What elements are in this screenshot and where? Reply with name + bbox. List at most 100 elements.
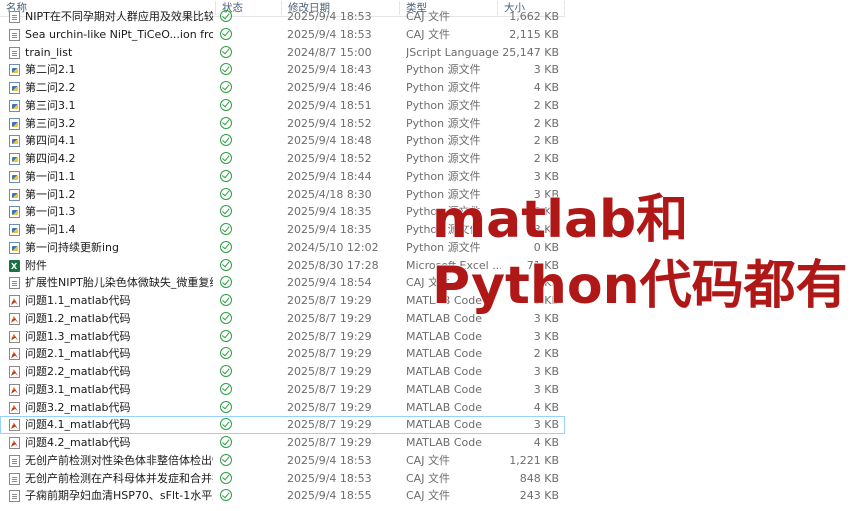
file-type: CAJ 文件 bbox=[406, 489, 450, 503]
file-size: 2 KB bbox=[533, 347, 559, 361]
file-type: Microsoft Excel ... bbox=[406, 258, 501, 272]
file-modified-date: 2025/8/30 17:28 bbox=[287, 258, 379, 272]
python-file-icon bbox=[9, 82, 20, 94]
sync-ok-icon bbox=[220, 186, 234, 204]
file-type: MATLAB Code bbox=[406, 418, 482, 432]
file-row[interactable]: 第一问1.4 2025/9/4 18:35 Python 源文件 3 KB bbox=[0, 221, 565, 239]
file-type: Python 源文件 bbox=[406, 116, 481, 130]
python-file-icon bbox=[9, 188, 20, 201]
file-row[interactable]: 第三问3.1 2025/9/4 18:51 Python 源文件 2 KB bbox=[0, 97, 565, 115]
file-type: Python 源文件 bbox=[406, 98, 481, 112]
file-row[interactable]: 问题4.2_matlab代码 2025/8/7 19:29 MATLAB Code 4… bbox=[0, 434, 565, 452]
sync-ok-icon bbox=[220, 79, 234, 97]
file-row[interactable]: 问题2.1_matlab代码 2025/8/7 19:29 MATLAB Code 2… bbox=[0, 345, 565, 363]
file-modified-date: 2025/9/4 18:43 bbox=[287, 63, 372, 77]
sync-ok-icon bbox=[220, 399, 234, 417]
file-row[interactable]: 问题1.3_matlab代码 2025/8/7 19:29 MATLAB Code 3… bbox=[0, 328, 565, 346]
matlab-file-icon bbox=[9, 437, 20, 449]
file-modified-date: 2025/8/7 19:29 bbox=[287, 347, 372, 361]
file-size: 2 KB bbox=[533, 98, 559, 112]
file-size: 4 KB bbox=[533, 81, 559, 94]
file-row[interactable]: 无创产前检测在产科母体并发症和合并症... 2025/9/4 18:53 CAJ 文… bbox=[0, 470, 565, 488]
python-file-icon bbox=[9, 64, 20, 77]
file-row[interactable]: NIPT在不同孕期对人群应用及效果比较研究 2025/9/4 18:53 CAJ 文… bbox=[0, 8, 565, 26]
file-size: 3 KB bbox=[533, 294, 559, 307]
file-modified-date: 2025/9/4 18:55 bbox=[287, 489, 372, 503]
file-name: 扩展性NIPT胎儿染色体微缺失_微重复综... bbox=[25, 276, 213, 290]
file-row[interactable]: 第一问1.2 2025/4/18 8:30 Python 源文件 3 KB bbox=[0, 186, 565, 204]
python-file-icon bbox=[9, 224, 20, 236]
sync-ok-icon bbox=[220, 221, 234, 239]
sync-ok-icon bbox=[220, 381, 234, 399]
file-name: 第三问3.2 bbox=[25, 116, 76, 130]
file-row[interactable]: 第四问4.2 2025/9/4 18:52 Python 源文件 2 KB bbox=[0, 150, 565, 168]
file-row[interactable]: 问题4.1_matlab代码 2025/8/7 19:29 MATLAB Code 3… bbox=[0, 416, 565, 435]
file-type: MATLAB Code bbox=[406, 400, 482, 414]
file-modified-date: 2025/8/7 19:29 bbox=[287, 418, 372, 432]
file-size: 1,221 KB bbox=[509, 453, 559, 467]
file-type: MATLAB Code bbox=[406, 329, 482, 343]
file-name: 第一问1.3 bbox=[25, 205, 76, 219]
file-size: 2 KB bbox=[533, 134, 559, 148]
file-row[interactable]: 问题3.2_matlab代码 2025/8/7 19:29 MATLAB Code 4… bbox=[0, 399, 565, 417]
file-row[interactable]: 第一问1.1 2025/9/4 18:44 Python 源文件 3 KB bbox=[0, 168, 565, 186]
file-type: Python 源文件 bbox=[406, 169, 481, 183]
file-row[interactable]: 问题1.2_matlab代码 2025/8/7 19:29 MATLAB Code 3… bbox=[0, 310, 565, 328]
matlab-file-icon bbox=[9, 330, 20, 343]
file-row[interactable]: 第四问4.1 2025/9/4 18:48 Python 源文件 2 KB bbox=[0, 132, 565, 150]
file-size: 71 KB bbox=[526, 258, 559, 272]
matlab-file-icon bbox=[9, 348, 20, 361]
file-modified-date: 2025/9/4 18:51 bbox=[287, 98, 372, 112]
file-size: 3 KB bbox=[533, 418, 559, 432]
file-type: MATLAB Code bbox=[406, 365, 482, 378]
file-row[interactable]: 附件 2025/8/30 17:28 Microsoft Excel ... 71 K… bbox=[0, 257, 565, 275]
file-modified-date: 2024/5/10 12:02 bbox=[287, 240, 379, 254]
file-row[interactable]: Sea urchin-like NiPt_TiCeO...ion from ..… bbox=[0, 26, 565, 44]
file-row[interactable]: 第二问2.1 2025/9/4 18:43 Python 源文件 3 KB bbox=[0, 61, 565, 79]
matlab-file-icon bbox=[9, 401, 20, 414]
file-row[interactable]: 第二问2.2 2025/9/4 18:46 Python 源文件 4 KB bbox=[0, 79, 565, 97]
file-size: 3 KB bbox=[533, 223, 559, 236]
file-modified-date: 2025/9/4 18:35 bbox=[287, 205, 372, 219]
file-modified-date: 2025/8/7 19:29 bbox=[287, 329, 372, 343]
file-row[interactable]: 第一问持续更新ing 2024/5/10 12:02 Python 源文件 0 KB bbox=[0, 239, 565, 257]
sync-ok-icon bbox=[220, 8, 234, 26]
file-name: 问题2.1_matlab代码 bbox=[25, 347, 131, 361]
matlab-file-icon bbox=[9, 312, 20, 325]
sync-ok-icon bbox=[220, 292, 234, 310]
file-row[interactable]: 子痫前期孕妇血清HSP70、sFlt-1水平及... 2025/9/4 18:55… bbox=[0, 487, 565, 505]
file-row[interactable]: 无创产前检测对性染色体非整倍体检出情... 2025/9/4 18:53 CAJ 文… bbox=[0, 452, 565, 470]
file-row[interactable]: 问题3.1_matlab代码 2025/8/7 19:29 MATLAB Code 3… bbox=[0, 381, 565, 399]
file-row[interactable]: 问题2.2_matlab代码 2025/8/7 19:29 MATLAB Code 3… bbox=[0, 363, 565, 381]
file-name: 问题4.1_matlab代码 bbox=[25, 418, 131, 432]
sync-ok-icon bbox=[220, 487, 234, 505]
python-file-icon bbox=[9, 135, 20, 148]
file-size: 1,662 KB bbox=[509, 10, 559, 23]
file-size: 3 KB bbox=[533, 382, 559, 396]
file-row[interactable]: 第一问1.3 2025/9/4 18:35 Python 源文件 3 KB bbox=[0, 203, 565, 221]
file-modified-date: 2025/9/4 18:53 bbox=[287, 27, 372, 41]
sync-ok-icon bbox=[220, 274, 234, 292]
file-type: Python 源文件 bbox=[406, 152, 481, 165]
file-size: 3 KB bbox=[533, 205, 559, 219]
file-type: Python 源文件 bbox=[406, 63, 481, 77]
file-modified-date: 2024/8/7 15:00 bbox=[287, 45, 372, 59]
file-name: NIPT在不同孕期对人群应用及效果比较研究 bbox=[25, 10, 213, 23]
matlab-file-icon bbox=[9, 383, 20, 396]
file-row[interactable]: 问题1.1_matlab代码 2025/8/7 19:29 MATLAB Code 3… bbox=[0, 292, 565, 310]
file-modified-date: 2025/9/4 18:46 bbox=[287, 81, 372, 94]
file-modified-date: 2025/9/4 18:53 bbox=[287, 453, 372, 467]
file-name: 子痫前期孕妇血清HSP70、sFlt-1水平及... bbox=[25, 489, 213, 503]
file-row[interactable]: 扩展性NIPT胎儿染色体微缺失_微重复综... 2025/9/4 18:54 CAJ… bbox=[0, 274, 565, 292]
file-modified-date: 2025/9/4 18:48 bbox=[287, 134, 372, 148]
file-type: Python 源文件 bbox=[406, 205, 481, 219]
file-row[interactable]: 第三问3.2 2025/9/4 18:52 Python 源文件 2 KB bbox=[0, 115, 565, 133]
file-name: 问题3.2_matlab代码 bbox=[25, 400, 131, 414]
file-name: 第一问1.2 bbox=[25, 187, 76, 201]
file-type: Python 源文件 bbox=[406, 81, 481, 94]
file-row[interactable]: train_list 2024/8/7 15:00 JScript Language… bbox=[0, 44, 565, 62]
sync-ok-icon bbox=[220, 132, 234, 150]
file-type: CAJ 文件 bbox=[406, 276, 450, 290]
sync-ok-icon bbox=[220, 310, 234, 328]
file-size: 2 KB bbox=[533, 116, 559, 130]
